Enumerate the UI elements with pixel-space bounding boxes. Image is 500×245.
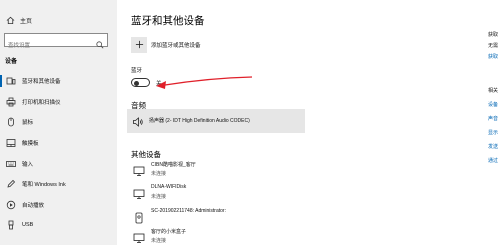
sidebar-item-mouse[interactable]: 鼠标	[0, 112, 117, 133]
computer-icon	[133, 187, 145, 199]
sidebar-item-label: 输入	[22, 161, 34, 168]
search-input[interactable]	[5, 40, 93, 52]
device-name: SC-201902211748: Administrator:	[151, 208, 226, 214]
device-icon	[133, 211, 145, 224]
sidebar-item-label: 打印机和扫描仪	[22, 99, 61, 106]
sidebar-item-pen[interactable]: 笔和 Windows Ink	[0, 174, 117, 195]
mouse-icon	[6, 117, 16, 127]
computer-icon	[133, 164, 145, 176]
sidebar-nav: 蓝牙和其他设备 打印机和扫描仪 鼠标 触摸板 输入 笔和 Windows Ink…	[0, 71, 117, 236]
bluetooth-label: 蓝牙	[131, 68, 143, 74]
related-heading-get: 获取	[488, 32, 499, 38]
audio-device-item[interactable]: 扬声器 (2- IDT High Definition Audio CODEC)	[127, 109, 305, 133]
keyboard-icon	[6, 159, 16, 169]
sidebar-item-label: 笔和 Windows Ink	[22, 182, 66, 189]
active-indicator	[0, 75, 2, 87]
sidebar-item-label: 自动播放	[22, 202, 45, 209]
related-link[interactable]: 获取	[488, 53, 498, 60]
other-devices-heading: 其他设备	[131, 150, 161, 159]
other-device-item[interactable]: CIBN酷喵影视_客厅 未连接	[133, 161, 333, 183]
related-text-line: 无需	[488, 43, 499, 49]
device-name: 客厅的小米盒子	[151, 229, 187, 235]
other-device-item[interactable]: SC-201902211748: Administrator:	[133, 208, 333, 230]
pen-icon	[6, 179, 16, 189]
home-icon	[5, 15, 15, 25]
bluetooth-state: 关	[156, 81, 162, 87]
sidebar-item-label: 鼠标	[22, 120, 34, 127]
section-title-devices: 设备	[5, 59, 18, 65]
related-link[interactable]: 设备	[488, 101, 498, 108]
speaker-icon	[132, 115, 144, 127]
sidebar-item-label: 蓝牙和其他设备	[22, 79, 61, 86]
usb-icon	[6, 220, 16, 230]
related-link[interactable]: 发送	[488, 143, 498, 150]
sidebar-item-autoplay[interactable]: 自动播放	[0, 195, 117, 216]
toggle-knob	[134, 80, 139, 86]
search-icon[interactable]	[96, 36, 104, 49]
device-name: CIBN酷喵影视_客厅	[151, 162, 196, 168]
device-name: DLNA-WIFIDisk	[151, 184, 187, 190]
other-device-item[interactable]: 客厅的小米盒子 未连接	[133, 228, 333, 245]
related-link[interactable]: 通过	[488, 157, 498, 164]
device-status: 未连接	[151, 238, 167, 244]
printer-icon	[6, 97, 16, 107]
other-device-item[interactable]: DLNA-WIFIDisk 未连接	[133, 184, 333, 206]
sidebar-item-printers[interactable]: 打印机和扫描仪	[0, 92, 117, 113]
related-link[interactable]: 声音	[488, 115, 498, 122]
touchpad-icon	[6, 138, 16, 148]
search-box[interactable]	[4, 33, 108, 52]
related-settings-panel: 获取 无需 获取 相关 设备 声音 显示 发送 通过	[472, 0, 500, 245]
related-link[interactable]: 显示	[488, 129, 498, 136]
bluetooth-toggle[interactable]	[131, 78, 150, 87]
add-device-label[interactable]: 添加蓝牙或其他设备	[151, 41, 201, 49]
home-link[interactable]: 主页	[5, 13, 32, 27]
sidebar-item-bluetooth[interactable]: 蓝牙和其他设备	[0, 71, 117, 92]
sidebar-item-typing[interactable]: 输入	[0, 153, 117, 174]
device-status: 未连接	[151, 171, 167, 177]
page-title: 蓝牙和其他设备	[131, 15, 205, 27]
sidebar-item-label: 触摸板	[22, 141, 39, 148]
sidebar-item-touchpad[interactable]: 触摸板	[0, 133, 117, 154]
autoplay-icon	[6, 200, 16, 210]
related-heading: 相关	[488, 88, 499, 94]
bluetooth-devices-icon	[6, 76, 16, 86]
add-device-button[interactable]	[131, 37, 147, 53]
sidebar: 主页 设备 蓝牙和其他设备 打印机和扫描仪 鼠标	[0, 0, 117, 245]
home-label: 主页	[20, 18, 33, 25]
audio-device-name: 扬声器 (2- IDT High Definition Audio CODEC)	[149, 118, 250, 124]
device-status: 未连接	[151, 194, 167, 200]
main-content: 蓝牙和其他设备 添加蓝牙或其他设备 蓝牙 关 音频 扬声器 (2- IDT Hi…	[117, 0, 472, 245]
sidebar-item-usb[interactable]: USB	[0, 215, 117, 236]
sidebar-item-label: USB	[22, 222, 34, 229]
computer-icon	[133, 231, 145, 243]
plus-icon	[135, 36, 144, 54]
